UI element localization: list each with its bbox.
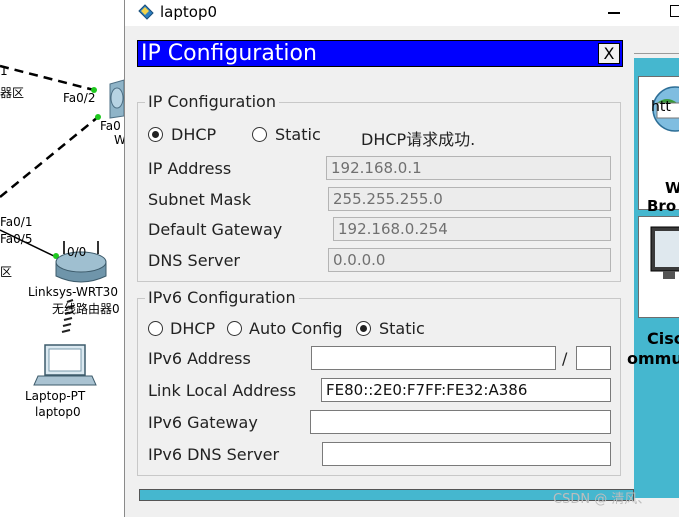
ipv4-group-title: IP Configuration (145, 92, 279, 111)
ipv4-static-label: Static (275, 125, 321, 144)
topo-label-area-top: 器区 (0, 86, 25, 100)
topo-label-edge: 1 (0, 64, 8, 78)
topo-label-fa0: Fa0 (100, 119, 121, 133)
laptop-name-label: laptop0 (35, 405, 81, 419)
laptop-icon (33, 344, 97, 386)
ipv6-group-title: IPv6 Configuration (145, 288, 299, 307)
link-local-field[interactable]: FE80::2E0:F7FF:FE32:A386 (321, 378, 611, 402)
ip-address-label: IP Address (148, 159, 232, 178)
ipv6-auto-config-radio[interactable] (227, 321, 242, 336)
window-title: laptop0 (160, 3, 218, 21)
ipv6-address-field[interactable] (311, 346, 556, 370)
default-gateway-field[interactable]: 192.168.0.254 (333, 217, 611, 241)
maximize-button[interactable] (670, 5, 679, 17)
default-gateway-label: Default Gateway (148, 220, 283, 239)
ipv6-static-radio[interactable] (356, 321, 371, 336)
prefix-separator: / (562, 349, 568, 368)
watermark: CSDN @ 清风、 (553, 492, 651, 507)
ip-configuration-panel: IP Configuration X IP Configuration DHCP… (134, 40, 623, 488)
packet-tracer-icon (138, 4, 154, 20)
ipv6-static-label: Static (379, 319, 425, 338)
ipv6-gateway-label: IPv6 Gateway (148, 413, 258, 432)
device-window: laptop0 htt W Bro Cisc ommu IP Configura… (124, 0, 679, 517)
laptop-model-label: Laptop-PT (25, 389, 86, 403)
cisco-label-1: Cisc (647, 329, 679, 348)
panel-header: IP Configuration X (137, 40, 623, 67)
ipv6-prefix-field[interactable] (576, 346, 611, 370)
topo-label-area-mid: 区 (0, 265, 13, 279)
dhcp-status-text: DHCP请求成功. (361, 130, 476, 149)
ipv4-static-radio[interactable] (252, 127, 267, 142)
ipv4-dhcp-label: DHCP (171, 125, 217, 144)
desktop-background: htt W Bro Cisc ommu (627, 58, 679, 498)
router-name-label: 无线路由器0 (52, 302, 120, 316)
ipv4-dhcp-radio[interactable] (148, 127, 163, 142)
ipv6-dns-label: IPv6 DNS Server (148, 445, 280, 464)
topo-label-fa01: Fa0/1 (0, 215, 33, 229)
topo-label-port00: 0/0 (67, 245, 87, 259)
window-titlebar[interactable]: laptop0 (125, 0, 679, 26)
ip-address-field[interactable]: 192.168.0.1 (326, 156, 611, 180)
link-local-label: Link Local Address (148, 381, 297, 400)
ipv6-dhcp-radio[interactable] (148, 321, 163, 336)
web-browser-tile[interactable]: htt W Bro (638, 76, 679, 215)
link-dashed-left (0, 116, 99, 198)
cisco-label-2: ommu (627, 349, 679, 368)
topo-label-fa05: Fa0/5 (0, 232, 33, 246)
ipv6-address-label: IPv6 Address (148, 349, 251, 368)
browser-label-2: Bro (647, 197, 677, 215)
subnet-mask-field[interactable]: 255.255.255.0 (328, 187, 611, 211)
monitor-icon (650, 226, 679, 279)
browser-label-1: W (665, 179, 679, 197)
dns-server-field[interactable]: 0.0.0.0 (328, 248, 611, 272)
minimize-button[interactable] (608, 12, 620, 14)
close-button[interactable]: X (598, 43, 620, 64)
switch-icon (109, 79, 125, 119)
router-model-label: Linksys-WRT30 (28, 285, 118, 299)
subnet-mask-label: Subnet Mask (148, 190, 252, 209)
ipv6-gateway-field[interactable] (310, 410, 611, 434)
topo-label-fa02: Fa0/2 (63, 91, 96, 105)
ipv6-auto-config-label: Auto Config (249, 319, 343, 338)
ipv6-dns-field[interactable] (322, 442, 611, 466)
cisco-communicator-tile[interactable]: Cisc ommu (627, 216, 679, 368)
tab-strip (634, 30, 679, 54)
browser-url-text: htt (651, 99, 671, 115)
ipv6-dhcp-label: DHCP (170, 319, 216, 338)
dns-server-label: DNS Server (148, 251, 240, 270)
panel-title: IP Configuration (141, 41, 317, 66)
